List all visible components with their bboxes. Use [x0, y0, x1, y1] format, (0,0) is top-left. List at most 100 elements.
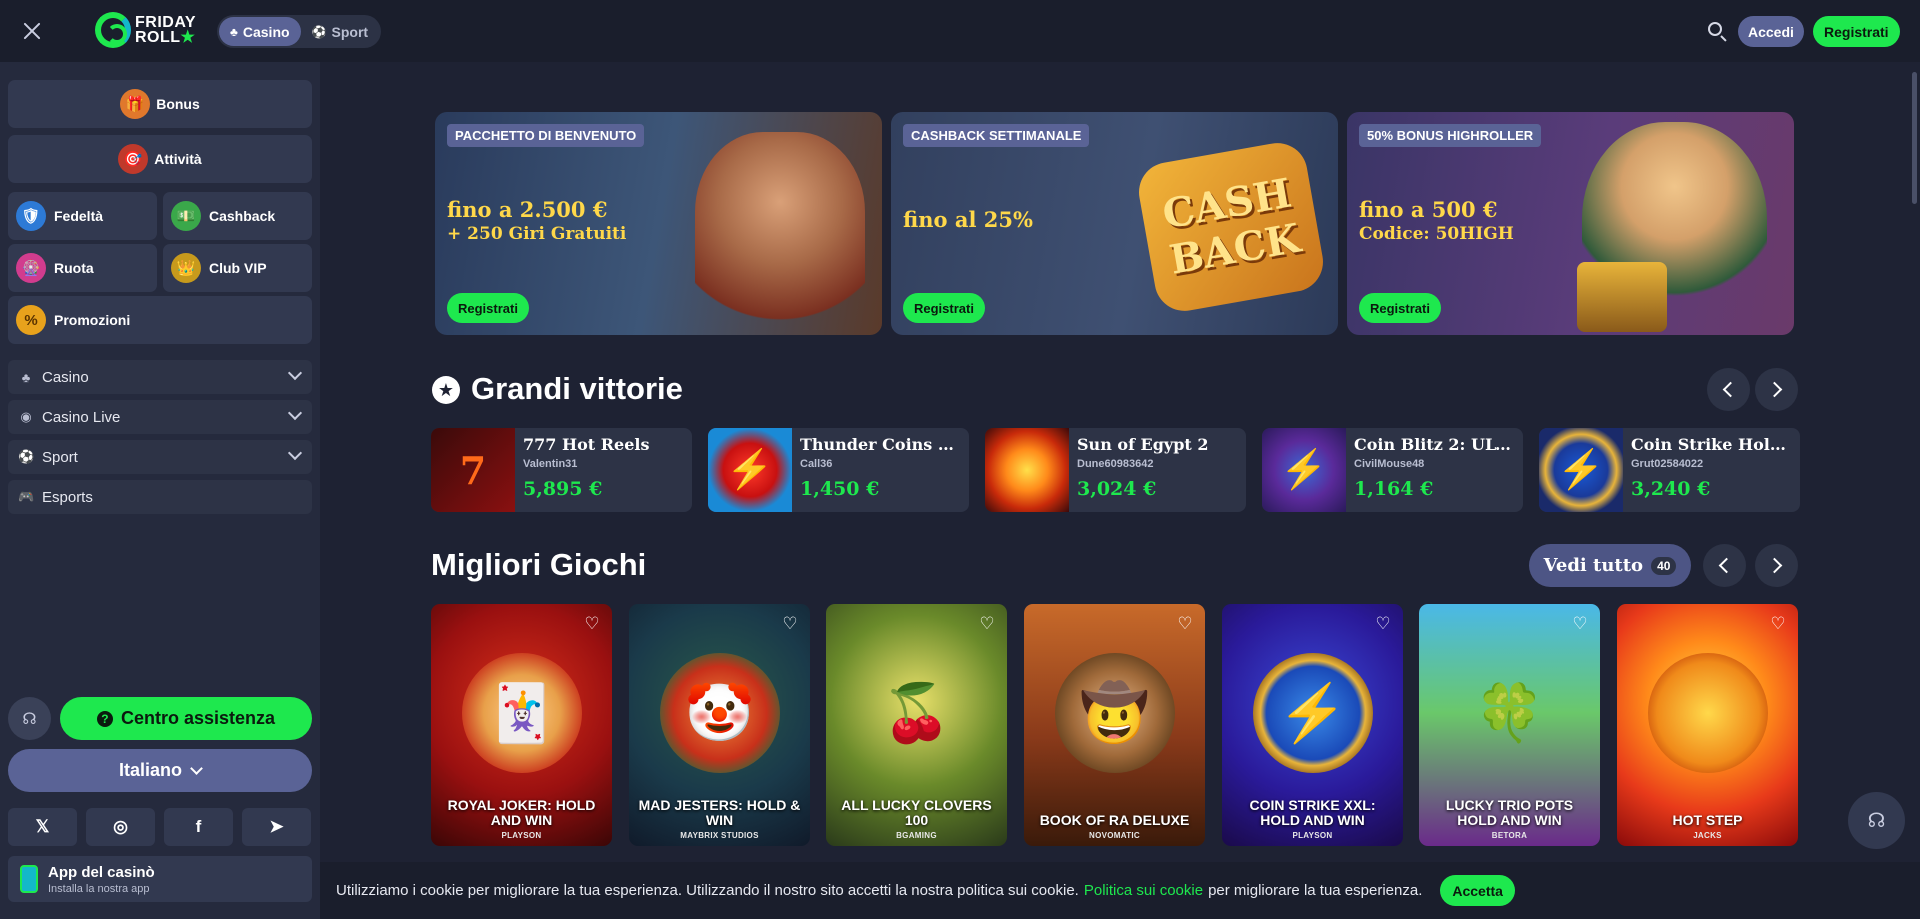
game-card[interactable]: ⚡ ♡ COIN STRIKE XXL: HOLD AND WIN PLAYSO…: [1222, 604, 1403, 846]
game-name: ALL LUCKY CLOVERS 100: [841, 797, 992, 828]
win-card[interactable]: Sun of Egypt 2 Dune60983642 3,024 €: [985, 428, 1246, 512]
top-games-next-button[interactable]: [1755, 544, 1798, 587]
banner-highroller[interactable]: 50% BONUS HIGHROLLER fino a 500 € Codice…: [1347, 112, 1794, 335]
app-download-banner[interactable]: App del casinò Installa la nostra app: [8, 856, 312, 902]
gamepad-icon: 🎮: [18, 489, 35, 504]
soccer-ball-icon: ⚽: [18, 449, 35, 464]
x-icon[interactable]: 𝕏: [8, 808, 77, 846]
language-label: Italiano: [118, 760, 182, 780]
explorer-illustration: 🤠: [1054, 652, 1175, 773]
sidebar-item-sport[interactable]: ⚽ Sport: [8, 440, 312, 474]
banner-subline: + 250 Giri Gratuiti: [447, 224, 627, 244]
star-icon: ★: [180, 29, 196, 46]
cookie-policy-link[interactable]: Politica sui cookie: [1084, 882, 1203, 899]
banner-welcome[interactable]: PACCHETTO DI BENVENUTO fino a 2.500 € + …: [435, 112, 882, 335]
chevron-down-icon: [190, 761, 203, 775]
sidebar-vip-button[interactable]: 👑 Club VIP: [163, 244, 312, 292]
game-name: LUCKY TRIO POTS HOLD AND WIN: [1445, 797, 1574, 828]
banner-register-button[interactable]: Registrati: [903, 293, 985, 323]
logo[interactable]: FRIDAY ROLL★: [95, 12, 196, 48]
close-menu-icon[interactable]: [20, 19, 44, 43]
big-wins-next-button[interactable]: [1755, 368, 1798, 411]
banner-cashback[interactable]: CASH BACK CASHBACK SETTIMANALE fino al 2…: [891, 112, 1338, 335]
sidebar-activity-button[interactable]: 🎯 Attività: [8, 135, 312, 183]
game-thumbnail: 7: [431, 428, 515, 512]
support-headset-icon[interactable]: ☊: [1848, 792, 1905, 849]
heart-icon[interactable]: ♡: [977, 615, 997, 633]
win-game-name: Coin Blitz 2: ULTIMATE: [1354, 435, 1516, 454]
page-scrollbar[interactable]: [1912, 72, 1917, 204]
instagram-icon[interactable]: ◎: [86, 808, 155, 846]
app-title: App del casinò: [48, 863, 155, 881]
mode-casino-tab[interactable]: ♣ Casino: [219, 17, 301, 46]
game-provider: JACKS: [1693, 831, 1722, 840]
game-provider: PLAYSON: [1292, 831, 1333, 840]
login-button[interactable]: Accedi: [1738, 16, 1804, 47]
facebook-icon[interactable]: f: [164, 808, 233, 846]
sidebar-item-casino-live[interactable]: ◉ Casino Live: [8, 400, 312, 434]
help-center-button[interactable]: ? Centro assistenza: [60, 697, 312, 740]
game-name: BOOK OF RA DELUXE: [1039, 812, 1190, 828]
percent-icon: %: [16, 305, 46, 335]
mode-sport-tab[interactable]: ⚽ Sport: [301, 17, 380, 46]
banner-register-button[interactable]: Registrati: [1359, 293, 1441, 323]
game-name: HOT STEP: [1672, 812, 1743, 828]
sidebar-loyalty-button[interactable]: 🛡 Fedeltà: [8, 192, 157, 240]
game-name: ROYAL JOKER: HOLD AND WIN: [447, 797, 596, 828]
sidebar-promotions-button[interactable]: % Promozioni: [8, 296, 312, 344]
sidebar: 🎁 Bonus 🎯 Attività 🛡 Fedeltà 💵 Cashback …: [0, 62, 320, 919]
cherries-icon: ♣: [21, 369, 31, 385]
mode-sport-label: Sport: [331, 23, 369, 40]
big-wins-prev-button[interactable]: [1707, 368, 1750, 411]
logo-line-2: ROLL: [135, 29, 181, 46]
heart-icon[interactable]: ♡: [1570, 615, 1590, 633]
heart-icon[interactable]: ♡: [1768, 615, 1788, 633]
telegram-icon[interactable]: ➤: [242, 808, 311, 846]
sidebar-cashback-button[interactable]: 💵 Cashback: [163, 192, 312, 240]
win-card[interactable]: ⚡ Coin Blitz 2: ULTIMATE CivilMouse48 1,…: [1262, 428, 1523, 512]
language-select[interactable]: Italiano: [8, 749, 312, 792]
sidebar-item-label: Sport: [42, 448, 78, 466]
win-game-name: Sun of Egypt 2: [1077, 435, 1209, 454]
see-all-count-badge: 40: [1651, 556, 1677, 575]
cookie-text-end: per migliorare la tua esperienza.: [1208, 882, 1423, 899]
top-games-prev-button[interactable]: [1703, 544, 1746, 587]
search-icon[interactable]: [1706, 20, 1728, 42]
sidebar-promotions-label: Promozioni: [54, 312, 131, 328]
game-provider: MAYBRIX STUDIOS: [680, 831, 759, 840]
heart-icon[interactable]: ♡: [1373, 615, 1393, 633]
game-card[interactable]: ♡ HOT STEP JACKS: [1617, 604, 1798, 846]
game-thumbnail: [985, 428, 1069, 512]
game-card[interactable]: 🃏 ♡ ROYAL JOKER: HOLD AND WIN PLAYSON: [431, 604, 612, 846]
sidebar-bonus-button[interactable]: 🎁 Bonus: [8, 80, 312, 128]
cookie-accept-button[interactable]: Accetta: [1440, 875, 1515, 906]
heart-icon[interactable]: ♡: [780, 615, 800, 633]
game-card[interactable]: 🤠 ♡ BOOK OF RA DELUXE NOVOMATIC: [1024, 604, 1205, 846]
game-card[interactable]: 🍒 ♡ ALL LUCKY CLOVERS 100 BGAMING: [826, 604, 1007, 846]
pots-illustration: 🍀: [1474, 680, 1545, 744]
heart-icon[interactable]: ♡: [1175, 615, 1195, 633]
game-card[interactable]: 🤡 ♡ MAD JESTERS: HOLD & WIN MAYBRIX STUD…: [629, 604, 810, 846]
cookie-text: Utilizziamo i cookie per migliorare la t…: [336, 882, 1079, 899]
win-card[interactable]: ⚡ Coin Strike Hold and Win Grut02584022 …: [1539, 428, 1800, 512]
heart-icon[interactable]: ♡: [582, 615, 602, 633]
help-center-label: Centro assistenza: [120, 708, 276, 728]
support-headset-icon[interactable]: ☊: [8, 697, 51, 740]
game-thumbnail: ⚡: [1539, 428, 1623, 512]
sidebar-item-esports[interactable]: 🎮 Esports: [8, 480, 312, 514]
win-card[interactable]: ⚡ Thunder Coins XXL: Hold and Win Call36…: [708, 428, 969, 512]
sidebar-wheel-button[interactable]: 🎡 Ruota: [8, 244, 157, 292]
register-button[interactable]: Registrati: [1813, 16, 1900, 47]
game-card[interactable]: 🍀 ♡ LUCKY TRIO POTS HOLD AND WIN BETORA: [1419, 604, 1600, 846]
broadcast-icon: ◉: [20, 409, 32, 424]
game-name: COIN STRIKE XXL: HOLD AND WIN: [1249, 797, 1376, 828]
game-provider: PLAYSON: [501, 831, 542, 840]
jester-illustration: 🃏: [461, 652, 582, 773]
win-card[interactable]: 7 777 Hot Reels Valentin31 5,895 €: [431, 428, 692, 512]
banner-register-button[interactable]: Registrati: [447, 293, 529, 323]
game-thumbnail: ⚡: [1262, 428, 1346, 512]
sidebar-item-casino[interactable]: ♣ Casino: [8, 360, 312, 394]
sidebar-cashback-label: Cashback: [209, 208, 276, 224]
see-all-button[interactable]: Vedi tutto 40: [1529, 544, 1691, 587]
sidebar-bonus-label: Bonus: [156, 96, 200, 112]
